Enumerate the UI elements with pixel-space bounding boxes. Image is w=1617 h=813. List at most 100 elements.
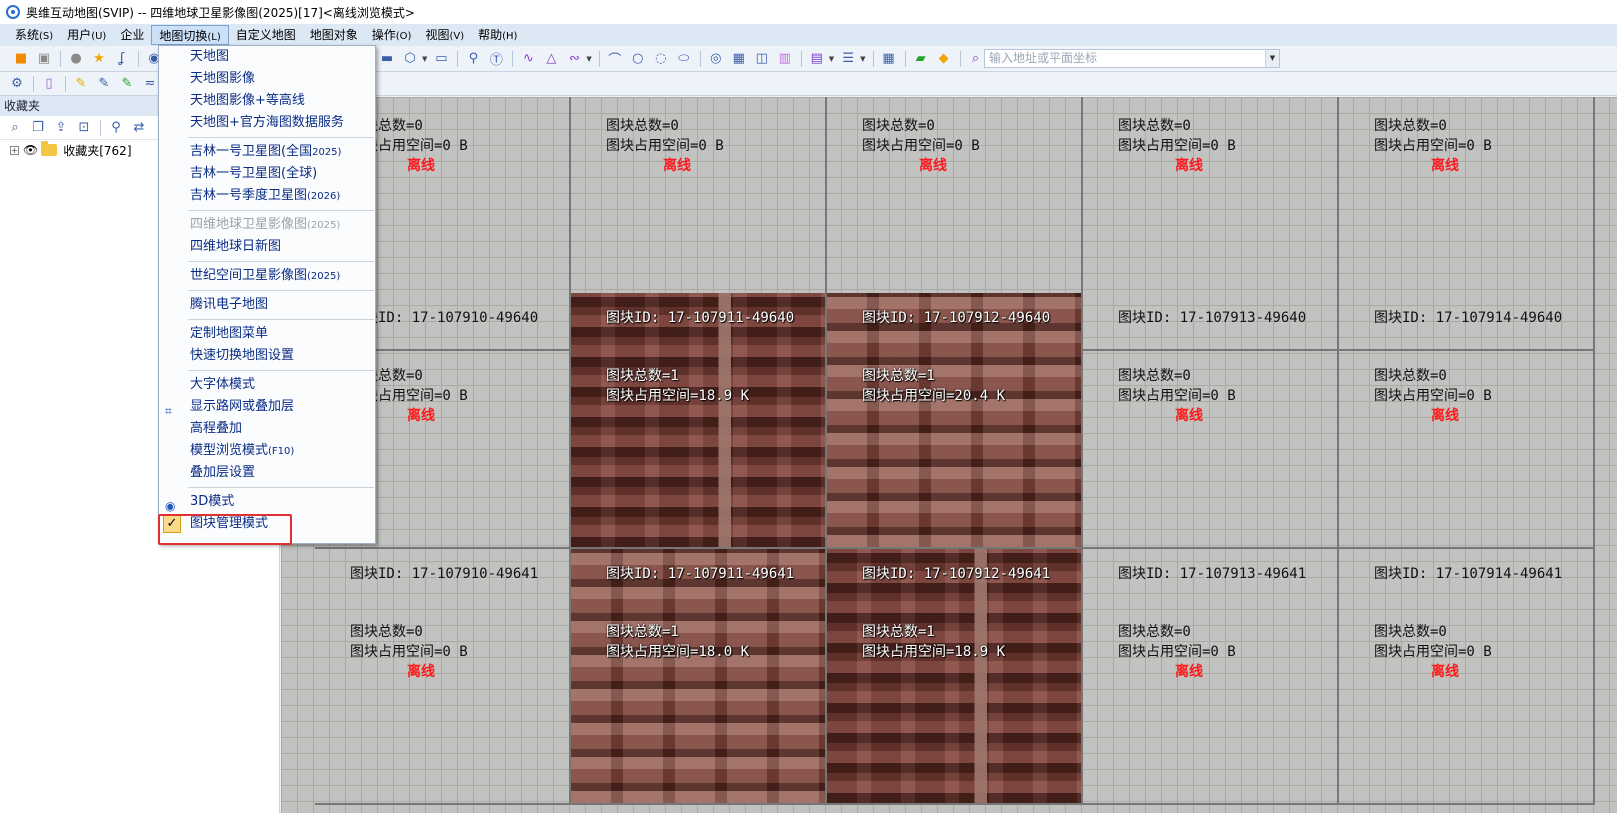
green-pin-icon[interactable]: ✎ xyxy=(116,74,138,94)
menu-map-objects[interactable]: 地图对象 xyxy=(303,25,365,45)
menu-user[interactable]: 用户(U) xyxy=(60,25,113,45)
tile-space: 图块占用空间=0 B xyxy=(862,138,980,154)
menu-view[interactable]: 视图(V) xyxy=(418,25,471,45)
app-window: 奥维互动地图(SVIP) -- 四维地球卫星影像图(2025)[17]<离线浏览… xyxy=(0,0,1617,813)
tile-offline-status: 离线 xyxy=(407,408,435,424)
new-folder-icon[interactable]: ■ xyxy=(10,49,32,69)
polygon-icon[interactable]: ⬡ xyxy=(399,49,421,69)
map-tile[interactable]: 图块ID: 17-107910-49641 图块总数=0 图块占用空间=0 B … xyxy=(315,549,571,805)
tile-space: 图块占用空间=0 B xyxy=(1118,644,1236,660)
expand-icon[interactable]: + xyxy=(10,145,19,155)
dropdown-arrow-icon[interactable]: ▼ xyxy=(860,55,865,63)
menu-operation[interactable]: 操作(O) xyxy=(365,25,419,45)
export-icon[interactable]: ⇪ xyxy=(50,118,72,138)
menu-item-elevation[interactable]: 高程叠加 xyxy=(159,418,375,440)
polyline-icon[interactable]: ∿ xyxy=(517,49,539,69)
marker-icon[interactable]: ⚲ xyxy=(105,118,127,138)
menu-item-jilin1-quarterly[interactable]: 吉林一号季度卫星图(2026) xyxy=(159,185,375,207)
stripes-icon[interactable]: ▥ xyxy=(774,49,796,69)
map-tile[interactable]: 图块ID: 17-107913-49641 图块总数=0 图块占用空间=0 B … xyxy=(1083,549,1339,805)
menu-enterprise[interactable]: 企业 xyxy=(113,25,151,45)
blue-pin-icon[interactable]: ✎ xyxy=(93,74,115,94)
toolbar-separator xyxy=(512,50,514,67)
menu-item-jilin1-national[interactable]: 吉林一号卫星图(全国2025) xyxy=(159,141,375,163)
map-tile-satellite[interactable]: 图块ID: 17-107911-49640 图块总数=1 图块占用空间=18.9… xyxy=(571,293,827,549)
text-icon[interactable]: Ⓣ xyxy=(485,49,507,69)
menu-help[interactable]: 帮助(H) xyxy=(471,25,524,45)
list-icon[interactable]: ☰ xyxy=(837,49,859,69)
swap-icon[interactable]: ⇄ xyxy=(128,118,150,138)
search-icon[interactable]: ⌕ xyxy=(4,118,26,138)
map-tile[interactable]: 图块ID: 17-107914-49641 图块总数=0 图块占用空间=0 B … xyxy=(1339,549,1595,805)
menu-item-large-font[interactable]: 大字体模式 xyxy=(159,374,375,396)
menu-item-3d-mode[interactable]: ◉ 3D模式 xyxy=(159,491,375,513)
tile-space: 图块占用空间=0 B xyxy=(350,644,468,660)
map-tile[interactable]: 图块ID: 17-107914-49640 图块总数=0 图块占用空间=0 B … xyxy=(1339,293,1595,549)
table-icon[interactable]: ▦ xyxy=(878,49,900,69)
eye-icon[interactable]: 👁 xyxy=(23,143,38,157)
dropdown-arrow-icon[interactable]: ▼ xyxy=(829,55,834,63)
menu-item-tianditu[interactable]: 天地图 xyxy=(159,46,375,68)
dropdown-arrow-icon[interactable]: ▼ xyxy=(422,55,427,63)
menu-bar: 系统(S) 用户(U) 企业 地图切换(L) 自定义地图 地图对象 操作(O) … xyxy=(0,24,1617,46)
dropdown-arrow-icon[interactable]: ▼ xyxy=(586,55,591,63)
users-icon[interactable]: ● xyxy=(65,49,87,69)
menu-separator xyxy=(188,137,374,138)
chat-icon[interactable]: ▰ xyxy=(910,49,932,69)
map-tile-satellite[interactable]: 图块ID: 17-107912-49640 图块总数=1 图块占用空间=20.4… xyxy=(827,293,1083,549)
pin-icon[interactable]: ⚲ xyxy=(462,49,484,69)
menu-item-overlay-settings[interactable]: 叠加层设置 xyxy=(159,462,375,484)
triangle-icon[interactable]: △ xyxy=(540,49,562,69)
tile-offline-status: 离线 xyxy=(1431,158,1459,174)
toolbar-separator xyxy=(457,50,459,67)
map-switch-dropdown: 天地图 天地图影像 天地图影像+等高线 天地图+官方海图数据服务 吉林一号卫星图… xyxy=(158,45,376,544)
menu-item-siwei-daily[interactable]: 四维地球日新图 xyxy=(159,236,375,258)
menu-separator xyxy=(188,261,374,262)
arc-circle-icon[interactable]: ◌ xyxy=(650,49,672,69)
menu-system[interactable]: 系统(S) xyxy=(8,25,60,45)
camera-icon[interactable]: ▭ xyxy=(430,49,452,69)
menu-separator xyxy=(188,319,374,320)
save-icon[interactable]: ▣ xyxy=(33,49,55,69)
map-tile[interactable]: 图块ID: 17-107913-49640 图块总数=0 图块占用空间=0 B … xyxy=(1083,293,1339,549)
grid-icon[interactable]: ▦ xyxy=(728,49,750,69)
ellipse-icon[interactable]: ⬭ xyxy=(673,49,695,69)
book-icon[interactable]: ▤ xyxy=(806,49,828,69)
menu-item-tencent-map[interactable]: 腾讯电子地图 xyxy=(159,294,375,316)
circle-icon[interactable]: ○ xyxy=(627,49,649,69)
title-bar: 奥维互动地图(SVIP) -- 四维地球卫星影像图(2025)[17]<离线浏览… xyxy=(0,0,1617,24)
address-dropdown-icon[interactable]: ▼ xyxy=(1265,50,1279,67)
menu-item-custom-menu[interactable]: 定制地图菜单 xyxy=(159,323,375,345)
map-tile-satellite[interactable]: 图块ID: 17-107911-49641 图块总数=1 图块占用空间=18.0… xyxy=(571,549,827,805)
menu-item-jilin1-global[interactable]: 吉林一号卫星图(全球) xyxy=(159,163,375,185)
map-view[interactable]: 图块总数=0 图块占用空间=0 B 离线 图块总数=0 图块占用空间=0 B 离… xyxy=(281,97,1617,813)
menu-item-siwei-satellite[interactable]: 四维地球卫星影像图(2025) xyxy=(159,214,375,236)
yellow-pin-icon[interactable]: ✎ xyxy=(70,74,92,94)
menu-item-model-browse[interactable]: 模型浏览模式(F10) xyxy=(159,440,375,462)
ruler-icon[interactable]: ▬ xyxy=(376,49,398,69)
arc-icon[interactable]: ⌒ xyxy=(604,49,626,69)
copy-icon[interactable]: ❐ xyxy=(27,118,49,138)
menu-item-century-space[interactable]: 世纪空间卫星影像图(2025) xyxy=(159,265,375,287)
tile-id: 图块ID: 17-107911-49641 xyxy=(606,566,795,582)
menu-item-tianditu-chart[interactable]: 天地图+官方海图数据服务 xyxy=(159,112,375,134)
menu-item-tianditu-contour[interactable]: 天地图影像+等高线 xyxy=(159,90,375,112)
star-icon[interactable]: ★ xyxy=(88,49,110,69)
layer-icon[interactable]: ◎ xyxy=(705,49,727,69)
route-icon[interactable]: ʆ xyxy=(111,49,133,69)
curve-icon[interactable]: ∾ xyxy=(563,49,585,69)
menu-item-show-roads[interactable]: ⌗ 显示路网或叠加层 xyxy=(159,396,375,418)
map-tile-satellite[interactable]: 图块ID: 17-107912-49641 图块总数=1 图块占用空间=18.9… xyxy=(827,549,1083,805)
menu-item-tianditu-imagery[interactable]: 天地图影像 xyxy=(159,68,375,90)
diamond-icon[interactable]: ◆ xyxy=(933,49,955,69)
locate-icon[interactable]: ⊡ xyxy=(73,118,95,138)
document-icon[interactable]: ▯ xyxy=(38,74,60,94)
menu-map-switch[interactable]: 地图切换(L) xyxy=(151,25,229,45)
toolbar-separator xyxy=(33,75,34,92)
menu-item-quick-switch-settings[interactable]: 快速切换地图设置 xyxy=(159,345,375,367)
menu-custom-map[interactable]: 自定义地图 xyxy=(229,25,303,45)
address-input[interactable]: 输入地址或平面坐标 ▼ xyxy=(984,49,1280,68)
map-fold-icon[interactable]: ◫ xyxy=(751,49,773,69)
settings-icon[interactable]: ⚙ xyxy=(6,74,28,94)
tile-space: 图块占用空间=20.4 K xyxy=(862,388,1006,404)
